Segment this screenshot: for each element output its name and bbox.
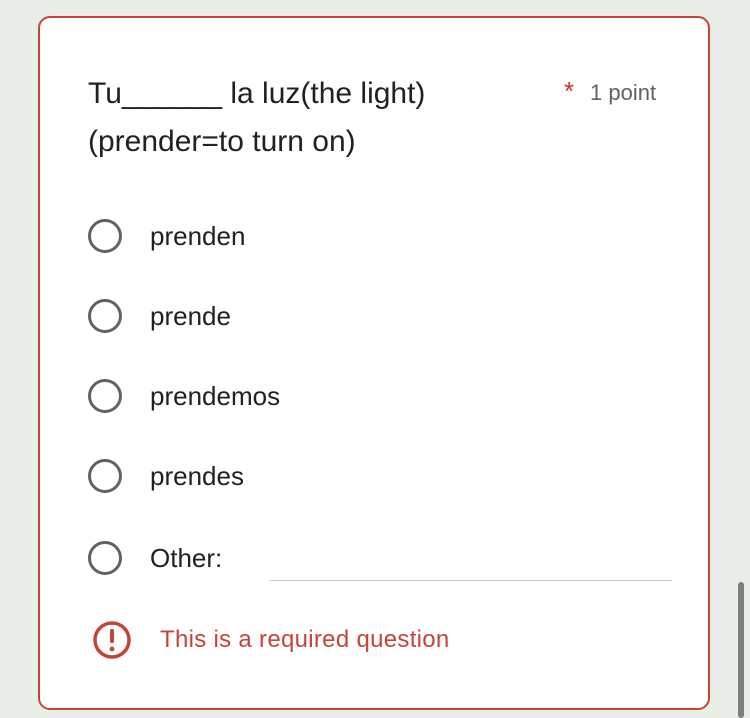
points-label: 1 point — [590, 80, 657, 105]
radio-button[interactable] — [88, 219, 122, 253]
error-message: This is a required question — [160, 626, 450, 653]
required-marker: * — [564, 76, 575, 106]
question-card: Tu______ la luz(the light) (prender=to t… — [38, 16, 710, 710]
option-label: prendes — [150, 460, 244, 491]
question-title-line-1: Tu______ la luz(the light) — [88, 77, 426, 110]
required-error: This is a required question — [92, 620, 450, 660]
option-prende[interactable]: prende — [88, 294, 231, 338]
option-prenden[interactable]: prenden — [88, 214, 245, 258]
radio-button[interactable] — [88, 379, 122, 413]
other-text-input[interactable] — [270, 548, 672, 581]
option-label: prendemos — [150, 380, 281, 411]
radio-button[interactable] — [88, 299, 122, 333]
radio-button[interactable] — [88, 541, 122, 575]
option-prendemos[interactable]: prendemos — [88, 374, 280, 418]
option-other[interactable]: Other: — [88, 536, 222, 580]
question-title: Tu______ la luz(the light) (prender=to t… — [88, 70, 528, 166]
option-label: prende — [150, 300, 231, 331]
option-prendes[interactable]: prendes — [88, 454, 244, 498]
option-label: Other: — [150, 542, 223, 573]
question-title-line-2: (prender=to turn on) — [88, 125, 356, 158]
error-exclamation-icon — [92, 620, 132, 660]
option-label: prenden — [150, 220, 246, 251]
radio-button[interactable] — [88, 459, 122, 493]
vertical-scrollbar[interactable] — [738, 582, 744, 718]
